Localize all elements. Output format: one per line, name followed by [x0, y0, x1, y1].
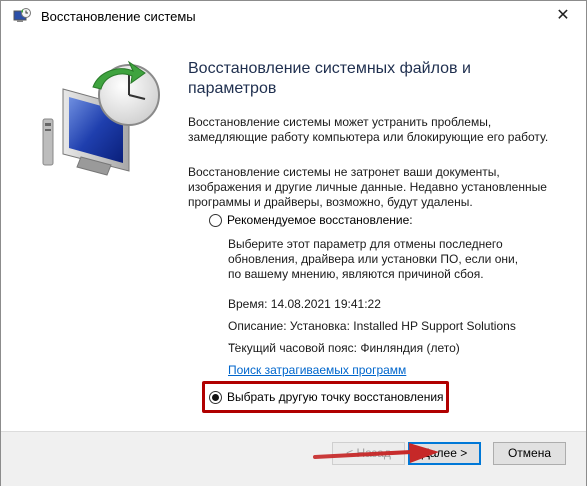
current-timezone: Текущий часовой пояс: Финляндия (лето)	[228, 341, 460, 355]
monitor-clock-restore-icon	[42, 60, 160, 176]
recommended-restore-option[interactable]: Рекомендуемое восстановление:	[209, 213, 413, 227]
system-restore-icon	[13, 8, 31, 22]
page-title: Восстановление системных файлов и параме…	[188, 60, 471, 97]
recommended-description: Выберите этот параметр для отмены послед…	[228, 237, 519, 281]
affected-programs-link[interactable]: Поиск затрагиваемых программ	[228, 363, 406, 377]
title-bar: Восстановление системы ✕	[1, 1, 586, 31]
content-area: Восстановление системных файлов и параме…	[188, 59, 563, 232]
recommended-restore-label: Рекомендуемое восстановление:	[227, 213, 413, 227]
highlight-box	[202, 381, 449, 413]
close-button[interactable]: ✕	[540, 1, 586, 31]
intro-text-1: Восстановление системы может устранить п…	[188, 115, 549, 144]
close-icon: ✕	[556, 7, 570, 24]
system-restore-window: Восстановление системы ✕ Восстановление …	[0, 0, 587, 486]
annotation-arrow-icon	[313, 443, 439, 463]
intro-text-2: Восстановление системы не затронет ваши …	[188, 165, 547, 209]
cancel-button[interactable]: Отмена	[493, 442, 566, 465]
restore-point-time: Время: 14.08.2021 19:41:22	[228, 297, 381, 311]
recommended-restore-radio[interactable]	[209, 213, 222, 227]
window-title: Восстановление системы	[41, 9, 196, 24]
